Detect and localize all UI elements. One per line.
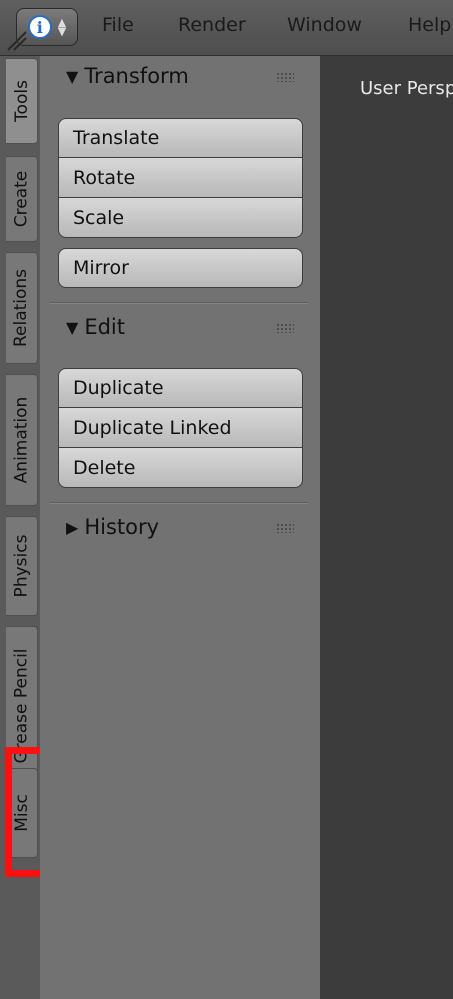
menu-render[interactable]: Render <box>178 14 246 36</box>
tab-create-label: Create <box>11 170 32 228</box>
collapse-triangle-icon: ▼ <box>66 66 79 86</box>
rotate-button[interactable]: Rotate <box>58 158 303 198</box>
mirror-button[interactable]: Mirror <box>58 248 303 288</box>
tab-physics-label: Physics <box>11 534 32 598</box>
panel-history-title: History <box>84 515 160 539</box>
drag-grip-icon[interactable] <box>276 323 294 333</box>
tab-relations-label: Relations <box>11 268 32 348</box>
expand-triangle-icon: ▶ <box>66 517 79 537</box>
edit-buttons: Duplicate Duplicate Linked Delete <box>58 368 303 488</box>
tab-misc[interactable]: Misc <box>6 768 38 858</box>
tab-create[interactable]: Create <box>6 156 38 242</box>
panel-divider <box>50 302 308 304</box>
panel-edit-title: Edit <box>84 315 125 339</box>
duplicate-button[interactable]: Duplicate <box>58 368 303 408</box>
tab-animation[interactable]: Animation <box>6 374 38 506</box>
panel-transform-title: Transform <box>84 64 189 88</box>
viewport-view-label: User Persp <box>360 78 453 99</box>
menu-help[interactable]: Help <box>408 14 451 36</box>
transform-buttons: Translate Rotate Scale <box>58 118 303 238</box>
duplicate-linked-button[interactable]: Duplicate Linked <box>58 408 303 448</box>
mirror-group: Mirror <box>58 248 303 288</box>
up-down-arrows-icon: ▲ ▼ <box>57 16 67 38</box>
drag-grip-icon[interactable] <box>276 523 294 533</box>
menu-file[interactable]: File <box>102 14 134 36</box>
translate-button[interactable]: Translate <box>58 118 303 158</box>
tab-tools-label: Tools <box>11 80 32 122</box>
scale-button[interactable]: Scale <box>58 198 303 238</box>
tab-grease-pencil-label: Grease Pencil <box>11 648 32 764</box>
drag-grip-icon[interactable] <box>276 72 294 82</box>
panel-edit-header[interactable]: ▼ Edit <box>66 309 306 345</box>
tab-misc-label: Misc <box>11 794 32 832</box>
3d-viewport[interactable]: User Persp <box>320 56 453 999</box>
tab-grease-pencil[interactable]: Grease Pencil <box>6 626 38 786</box>
info-icon: i <box>27 15 52 39</box>
collapse-triangle-icon: ▼ <box>66 317 79 337</box>
menu-window[interactable]: Window <box>287 14 362 36</box>
panel-divider <box>50 502 308 504</box>
tab-physics[interactable]: Physics <box>6 516 38 616</box>
delete-button[interactable]: Delete <box>58 448 303 488</box>
tab-animation-label: Animation <box>11 396 32 484</box>
area-split-corner-icon[interactable] <box>6 30 28 52</box>
tool-shelf-tabs: Tools Create Relations Animation Physics… <box>0 56 40 999</box>
panel-transform-header[interactable]: ▼ Transform <box>66 58 306 94</box>
tab-tools[interactable]: Tools <box>6 58 38 144</box>
panel-history-header[interactable]: ▶ History <box>66 509 306 545</box>
info-header: i ▲ ▼ File Render Window Help <box>0 0 453 56</box>
tab-relations[interactable]: Relations <box>6 252 38 364</box>
